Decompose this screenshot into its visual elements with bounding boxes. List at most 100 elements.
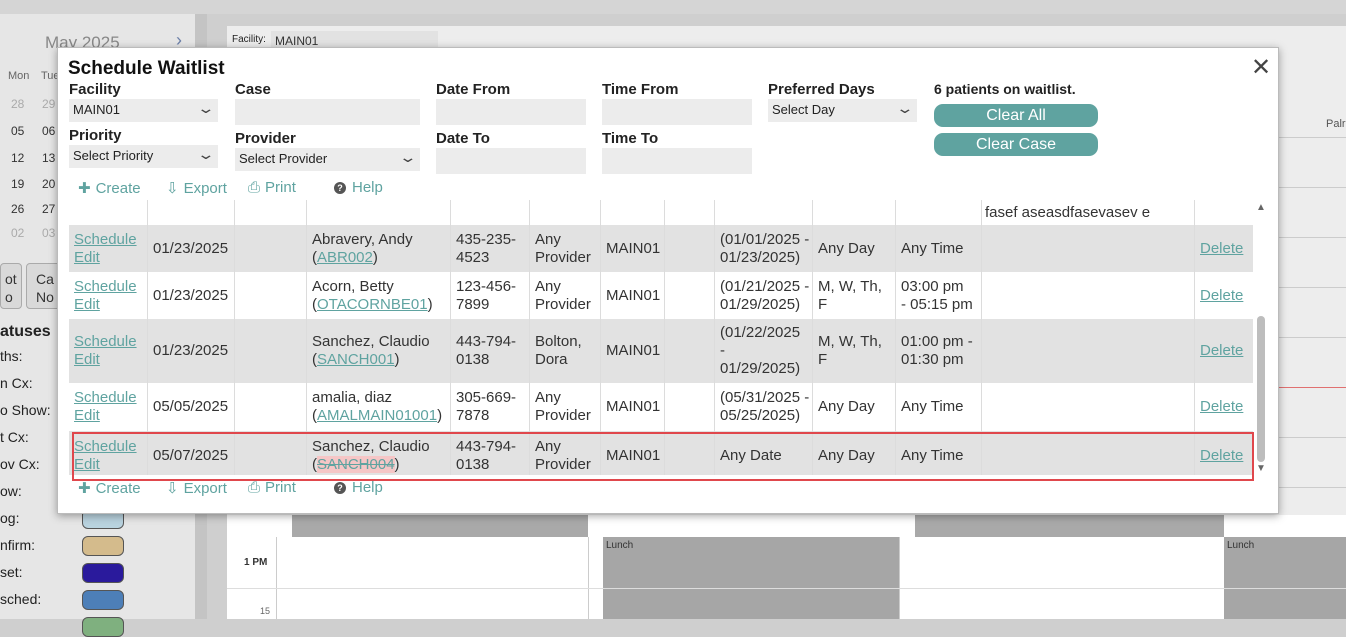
export-button-bottom[interactable]: ⇩ Export (166, 479, 227, 497)
calendar-day[interactable]: 12 (11, 151, 24, 165)
date-cell: 01/23/2025 (148, 319, 234, 383)
provider-text: Any (535, 230, 561, 248)
lunch-block: Lunch (1224, 537, 1346, 619)
calendar-day[interactable]: 19 (11, 177, 24, 191)
help-label: Help (352, 479, 383, 496)
print-button-bottom[interactable]: ⎙ Print (248, 479, 296, 496)
delete-link[interactable]: Delete (1200, 287, 1243, 304)
status-label: sched: (0, 591, 42, 607)
delete-cell: Delete (1195, 225, 1253, 272)
side-button-2-line2: No (36, 289, 54, 305)
facility-label: Facility (69, 81, 121, 98)
status-color-swatch[interactable] (82, 536, 124, 556)
scrollbar-thumb[interactable] (1257, 316, 1265, 462)
date-range-text: - (720, 342, 725, 359)
clear-all-button[interactable]: Clear All (934, 104, 1098, 127)
account-link[interactable]: ABR002 (317, 249, 373, 266)
scroll-up-icon[interactable]: ▲ (1255, 202, 1267, 213)
help-icon: ? (334, 182, 346, 194)
facility-text: MAIN01 (606, 342, 661, 359)
phone-text: 0138 (456, 351, 490, 368)
print-button[interactable]: ⎙ Print (248, 179, 296, 196)
calendar-day[interactable]: 29 (42, 97, 55, 111)
date-to-input[interactable] (436, 148, 586, 174)
provider-select[interactable]: Select Provider ⌄ (235, 148, 420, 171)
date-range-text: 01/29/2025) (720, 360, 801, 377)
note-cell (982, 272, 1194, 319)
calendar-day[interactable]: 26 (11, 202, 24, 216)
help-button-bottom[interactable]: ? Help (334, 479, 383, 496)
name-cell: Acorn, Betty (OTACORNBE01) (312, 277, 433, 313)
delete-link[interactable]: Delete (1200, 342, 1243, 359)
table-row: Schedule Edit 01/23/2025 Abravery, Andy (ABR… (69, 225, 1253, 272)
account-link[interactable]: AMALMAIN01001 (317, 407, 437, 424)
calendar-day[interactable]: 27 (42, 202, 55, 216)
app-top-bar (0, 0, 1346, 14)
case-input[interactable] (235, 99, 420, 125)
schedule-link[interactable]: Schedule (74, 389, 137, 406)
column-header-partial: Palr (1326, 118, 1346, 130)
calendar-day[interactable]: 03 (42, 226, 55, 240)
delete-cell: Delete (1195, 383, 1253, 431)
delete-link[interactable]: Delete (1200, 398, 1243, 415)
time-text: - 05:15 pm (901, 295, 973, 313)
delete-link[interactable]: Delete (1200, 240, 1243, 257)
create-button[interactable]: ✚ Create (78, 179, 141, 197)
phone-text: 435-235- (456, 230, 517, 248)
calendar-day[interactable]: 28 (11, 97, 24, 111)
facility-select[interactable]: MAIN01 ⌄ (69, 99, 218, 122)
time-from-input[interactable] (602, 99, 752, 125)
edit-link[interactable]: Edit (74, 296, 100, 313)
patient-name: amalia, diaz (312, 389, 393, 406)
sched-cell: Schedule Edit (69, 225, 147, 272)
edit-link[interactable]: Edit (74, 249, 100, 266)
provider-cell: Any Provider (530, 225, 600, 272)
date-text: 05/05/2025 (153, 398, 229, 415)
priority-select[interactable]: Select Priority ⌄ (69, 145, 218, 168)
status-color-swatch[interactable] (82, 563, 124, 583)
print-label: Print (265, 179, 296, 196)
note-cell (982, 225, 1194, 272)
days-text: F (818, 351, 828, 368)
clear-case-button[interactable]: Clear Case (934, 133, 1098, 156)
schedule-link[interactable]: Schedule (74, 231, 137, 248)
status-color-swatch[interactable] (82, 617, 124, 637)
account-link[interactable]: OTACORNBE01 (317, 296, 428, 313)
help-button[interactable]: ? Help (334, 179, 383, 196)
scroll-down-icon[interactable]: ▼ (1255, 463, 1267, 474)
table-row: Schedule Edit 05/05/2025 amalia, diaz (AMALM… (69, 383, 1253, 431)
time-text: 01:00 pm - (901, 333, 973, 350)
print-icon: ⎙ (248, 179, 261, 196)
side-button-1[interactable]: ot o (0, 263, 22, 309)
close-icon[interactable]: ✕ (1251, 56, 1271, 80)
edit-link[interactable]: Edit (74, 407, 100, 424)
days-cell: Any Day (813, 383, 895, 431)
days-text: F (818, 295, 828, 313)
calendar-day[interactable]: 13 (42, 151, 55, 165)
table-scrollbar[interactable]: ▲ ▼ (1255, 200, 1267, 475)
calendar-day[interactable]: 05 (11, 124, 24, 138)
phone-text: 4523 (456, 248, 490, 266)
calendar-day[interactable]: 06 (42, 124, 55, 138)
status-color-swatch[interactable] (82, 590, 124, 610)
delete-cell: Delete (1195, 272, 1253, 319)
waitlist-count: 6 patients on waitlist. (934, 81, 1076, 97)
days-text: Any Day (818, 398, 875, 415)
time-to-input[interactable] (602, 148, 752, 174)
lunch-block: Lunch (603, 537, 899, 619)
account-link[interactable]: SANCH001 (317, 351, 395, 368)
edit-link[interactable]: Edit (74, 351, 100, 368)
note-cell (982, 383, 1194, 431)
calendar-day[interactable]: 02 (11, 226, 24, 240)
create-button-bottom[interactable]: ✚ Create (78, 479, 141, 497)
export-button[interactable]: ⇩ Export (166, 179, 227, 197)
chevron-down-icon: ⌄ (196, 100, 216, 116)
schedule-link[interactable]: Schedule (74, 278, 137, 295)
calendar-day[interactable]: 20 (42, 177, 55, 191)
schedule-link[interactable]: Schedule (74, 333, 137, 350)
preferred-days-select[interactable]: Select Day ⌄ (768, 99, 917, 122)
provider-text: Provider (535, 248, 591, 266)
date-range-text: (01/01/2025 - (720, 230, 810, 248)
name-cell: Abravery, Andy (ABR002) (312, 230, 413, 266)
date-from-input[interactable] (436, 99, 586, 125)
